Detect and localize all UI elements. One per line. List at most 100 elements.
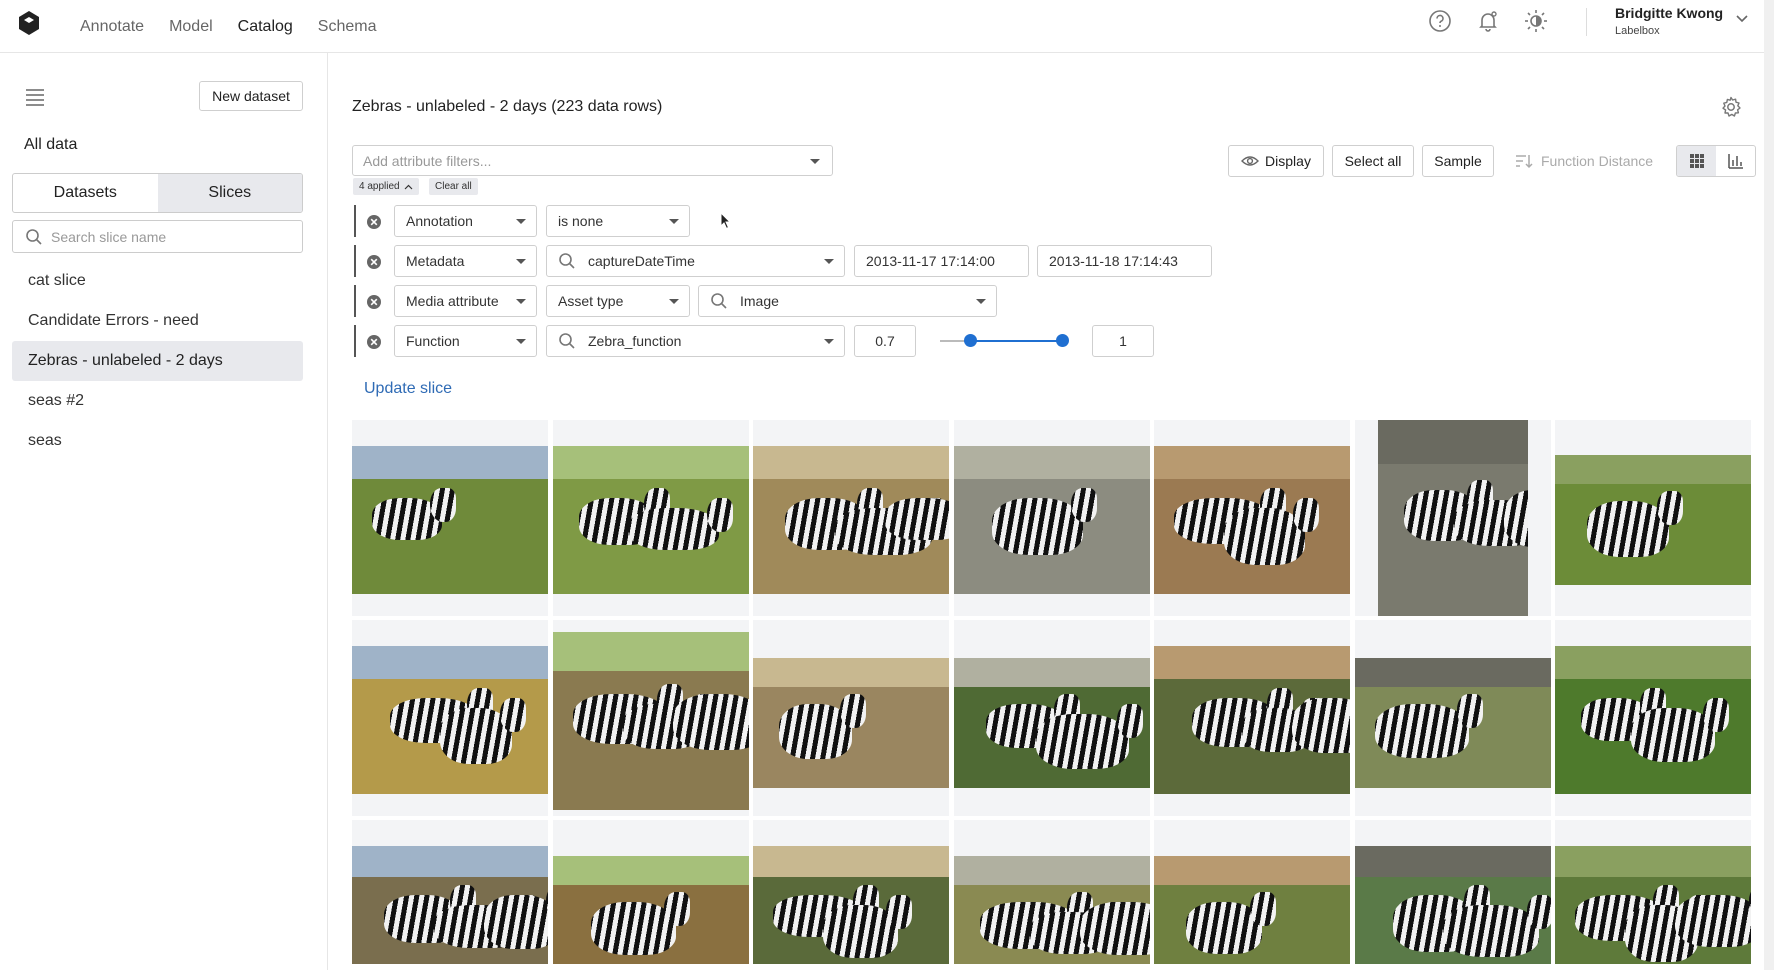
zebra-head-shape	[1070, 487, 1097, 522]
zebra-photo	[953, 658, 1150, 788]
update-slice-button[interactable]: Update slice	[364, 380, 452, 398]
display-label: Display	[1265, 153, 1311, 169]
image-thumbnail[interactable]	[1354, 420, 1551, 616]
remove-filter-icon[interactable]	[366, 214, 382, 230]
range-slider-fill	[970, 340, 1062, 342]
zebra-head-shape	[840, 693, 866, 728]
chevron-down-icon[interactable]	[1735, 14, 1749, 24]
labelbox-logo[interactable]	[18, 11, 40, 35]
image-thumbnail[interactable]	[552, 620, 749, 816]
new-dataset-button[interactable]: New dataset	[199, 81, 303, 111]
slice-item[interactable]: seas	[12, 421, 303, 461]
all-data-link[interactable]: All data	[24, 136, 77, 154]
sample-button[interactable]: Sample	[1422, 145, 1494, 177]
help-icon[interactable]	[1427, 8, 1453, 34]
chart-view-icon[interactable]	[1716, 146, 1755, 176]
caret-down-icon	[516, 339, 526, 344]
applied-chip[interactable]: 4 applied	[353, 178, 419, 195]
zebra-photo	[1555, 846, 1751, 964]
filter-attribute-select[interactable]: Function	[394, 325, 537, 357]
remove-filter-icon[interactable]	[366, 334, 382, 350]
gear-icon[interactable]	[1720, 96, 1742, 118]
zebra-shape	[1079, 901, 1150, 955]
media-attribute-field-select[interactable]: Asset type	[546, 285, 690, 317]
filter-attribute-value: Annotation	[406, 213, 473, 229]
theme-icon[interactable]	[1523, 8, 1549, 34]
remove-filter-icon[interactable]	[366, 254, 382, 270]
nav-annotate[interactable]: Annotate	[80, 18, 144, 36]
slice-search-input[interactable]	[51, 228, 291, 245]
image-thumbnail[interactable]	[953, 420, 1150, 616]
zebra-head-shape	[706, 497, 733, 532]
tab-slices[interactable]: Slices	[157, 174, 302, 212]
date-to-input[interactable]: 2013-11-18 17:14:43	[1037, 245, 1212, 277]
image-thumbnail[interactable]	[1354, 620, 1551, 816]
attribute-filter-input[interactable]: Add attribute filters...	[352, 145, 833, 176]
bell-icon[interactable]	[1475, 8, 1501, 34]
clear-all-button[interactable]: Clear all	[429, 178, 478, 195]
zebra-shape	[1675, 895, 1751, 947]
page-scrollbar[interactable]	[1764, 0, 1774, 970]
image-thumbnail[interactable]	[1555, 420, 1751, 616]
grid-view-icon[interactable]	[1677, 146, 1716, 176]
image-thumbnail[interactable]	[1154, 420, 1350, 616]
image-thumbnail[interactable]	[552, 420, 749, 616]
asset-type-select[interactable]: Image	[698, 285, 997, 317]
remove-filter-icon[interactable]	[366, 294, 382, 310]
image-thumbnail[interactable]	[753, 820, 949, 964]
zebra-shape	[590, 901, 676, 955]
range-slider-high-handle[interactable]	[1055, 334, 1069, 347]
slice-item-selected[interactable]: Zebras - unlabeled - 2 days	[12, 341, 303, 381]
view-switch	[1676, 145, 1756, 177]
menu-icon[interactable]	[24, 87, 46, 107]
image-thumbnail[interactable]	[1555, 620, 1751, 816]
user-menu[interactable]: Bridgitte Kwong Labelbox	[1615, 5, 1723, 39]
select-all-button[interactable]: Select all	[1332, 145, 1414, 177]
slice-item[interactable]: cat slice	[12, 261, 303, 301]
main-nav: Annotate Model Catalog Schema	[80, 0, 377, 53]
filter-operator-select[interactable]: is none	[546, 205, 690, 237]
zebra-photo	[352, 446, 548, 594]
image-thumbnail[interactable]	[1154, 620, 1350, 816]
image-thumbnail[interactable]	[1354, 820, 1551, 964]
image-thumbnail[interactable]	[1555, 820, 1751, 964]
image-thumbnail[interactable]	[953, 820, 1150, 964]
slice-search	[12, 220, 303, 253]
date-from-input[interactable]: 2013-11-17 17:14:00	[854, 245, 1029, 277]
image-thumbnail[interactable]	[552, 820, 749, 964]
range-slider-low-handle[interactable]	[964, 334, 978, 347]
filter-attribute-select[interactable]: Metadata	[394, 245, 537, 277]
function-distance-sort[interactable]: Function Distance	[1515, 145, 1653, 177]
filter-attribute-value: Media attribute	[406, 293, 499, 309]
zebra-shape	[885, 497, 949, 540]
image-thumbnail[interactable]	[753, 420, 949, 616]
search-icon	[559, 253, 575, 269]
filter-attribute-select[interactable]: Media attribute	[394, 285, 537, 317]
zebra-photo	[953, 446, 1150, 594]
zebra-photo	[1555, 646, 1751, 794]
image-thumbnail[interactable]	[953, 620, 1150, 816]
zebra-head-shape	[500, 697, 526, 732]
date-from-value: 2013-11-17 17:14:00	[866, 253, 995, 269]
nav-schema[interactable]: Schema	[318, 18, 377, 36]
range-max-input[interactable]: 1	[1092, 325, 1154, 357]
image-thumbnail[interactable]	[352, 820, 548, 964]
tab-datasets[interactable]: Datasets	[13, 174, 158, 212]
image-thumbnail[interactable]	[352, 620, 548, 816]
slice-item[interactable]: Candidate Errors - need	[12, 301, 303, 341]
image-thumbnail[interactable]	[753, 620, 949, 816]
caret-down-icon	[516, 259, 526, 264]
image-thumbnail[interactable]	[1154, 820, 1350, 964]
image-thumbnail[interactable]	[352, 420, 548, 616]
filter-attribute-select[interactable]: Annotation	[394, 205, 537, 237]
divider	[1586, 8, 1587, 36]
chevron-up-icon	[404, 184, 413, 189]
nav-model[interactable]: Model	[169, 18, 213, 36]
slice-item[interactable]: seas #2	[12, 381, 303, 421]
function-select[interactable]: Zebra_function	[546, 325, 845, 357]
nav-catalog[interactable]: Catalog	[238, 18, 293, 36]
metadata-field-select[interactable]: captureDateTime	[546, 245, 845, 277]
range-min-input[interactable]: 0.7	[854, 325, 916, 357]
display-button[interactable]: Display	[1228, 145, 1324, 177]
zebra-photo	[1354, 846, 1551, 964]
